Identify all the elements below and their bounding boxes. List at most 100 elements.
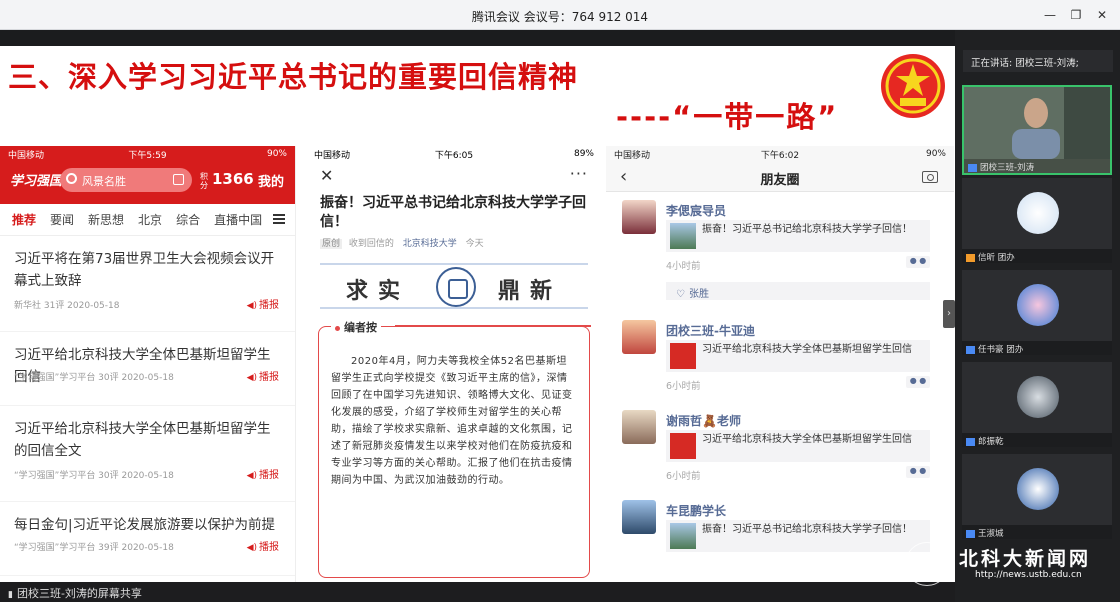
xuexi-header: 中国移动 下午5:59 90% 学习强国 风景名胜 积分 1366 我的 bbox=[0, 146, 295, 204]
link-thumbnail bbox=[670, 433, 696, 459]
poster-name[interactable]: 团校三班-牛亚迪 bbox=[666, 322, 755, 339]
close-icon[interactable]: ✕ bbox=[320, 166, 333, 185]
slide-subtitle: ----“一带一路” bbox=[616, 100, 839, 134]
participant-name: 任书豪 团办 bbox=[962, 341, 1112, 355]
video-tile[interactable]: 王淑城 bbox=[962, 454, 1112, 539]
xuexi-tabs: 推荐 要闻 新思想 北京 综合 直播中国 bbox=[0, 204, 295, 236]
comment-icon[interactable]: ● ● bbox=[906, 466, 930, 478]
title-bar: 腾讯会议 会议号：764 912 014 — ❐ ✕ bbox=[0, 0, 1120, 30]
search-icon bbox=[66, 173, 77, 184]
participants-panel: 正在讲话: 团校三班-刘涛; 团校三班-刘涛 信昕 团办 任书豪 团办 郎振乾 … bbox=[955, 30, 1120, 602]
xuexi-logo: 学习强国 bbox=[10, 174, 63, 189]
shared-link-card[interactable]: 习近平给北京科技大学全体巴基斯坦留学生回信 bbox=[666, 430, 930, 462]
news-meta: 新华社 31评 2020-05-18 bbox=[14, 301, 120, 311]
broadcast-button[interactable]: 播报 bbox=[247, 368, 279, 383]
shared-link-card[interactable]: 习近平给北京科技大学全体巴基斯坦留学生回信 bbox=[666, 340, 930, 372]
video-tile[interactable]: 任书豪 团办 bbox=[962, 270, 1112, 355]
list-item[interactable]: 每日金句|习近平论发展旅游要以保护为前提 “学习强国”学习平台 39评 2020… bbox=[0, 502, 295, 576]
news-meta: “学习强国”学习平台 30评 2020-05-18 bbox=[14, 373, 174, 383]
search-input[interactable]: 风景名胜 bbox=[60, 168, 192, 192]
phone-xuexi-app: 中国移动 下午5:59 90% 学习强国 风景名胜 积分 1366 我的 推荐 … bbox=[0, 146, 296, 582]
shared-screen-slide: 三、深入学习习近平总书记的重要回信精神 ----“一带一路” 中国移动 下午5:… bbox=[0, 46, 955, 582]
restore-icon[interactable]: ❐ bbox=[1066, 6, 1086, 24]
status-bar: 中国移动 下午6:02 90% bbox=[606, 146, 954, 162]
news-title: 每日金句|习近平论发展旅游要以保护为前提 bbox=[14, 517, 276, 533]
account-link[interactable]: 北京科技大学 bbox=[403, 239, 457, 249]
article-meta: 原创 收到回信的 北京科技大学 今天 bbox=[306, 232, 602, 253]
article-time: 今天 bbox=[465, 239, 484, 249]
youth-league-emblem-icon bbox=[881, 54, 945, 118]
avatar[interactable] bbox=[622, 200, 656, 234]
news-meta: “学习强国”学习平台 30评 2020-05-18 bbox=[14, 471, 174, 481]
comment-icon[interactable]: ● ● bbox=[906, 256, 930, 268]
avatar bbox=[1017, 192, 1059, 234]
list-item: 谢雨哲🧸老师 习近平给北京科技大学全体巴基斯坦留学生回信 6小时前 ● ● bbox=[606, 402, 954, 492]
user-icon bbox=[966, 253, 975, 262]
poster-name[interactable]: 谢雨哲🧸老师 bbox=[666, 412, 741, 429]
tab-beijing[interactable]: 北京 bbox=[138, 211, 162, 228]
broadcast-button[interactable]: 播报 bbox=[247, 296, 279, 311]
camera-icon[interactable] bbox=[922, 171, 938, 183]
avatar[interactable] bbox=[622, 410, 656, 444]
collapse-panel-button[interactable]: › bbox=[943, 300, 955, 328]
window-controls: — ❐ ✕ bbox=[1040, 6, 1112, 24]
editor-note-text: 2020年4月，阿力夫等我校全体52名巴基斯坦留学生正式向学校提交《致习近平主席… bbox=[331, 356, 573, 486]
divider bbox=[320, 263, 588, 265]
clock-label: 下午5:59 bbox=[128, 150, 167, 161]
more-icon[interactable]: ··· bbox=[570, 164, 588, 183]
avatar[interactable] bbox=[622, 320, 656, 354]
link-title: 习近平给北京科技大学全体巴基斯坦留学生回信 bbox=[702, 434, 912, 445]
tab-news[interactable]: 要闻 bbox=[50, 211, 74, 228]
poster-name[interactable]: 李偲宸导员 bbox=[666, 202, 726, 219]
list-item[interactable]: 习近平给北京科技大学全体巴基斯坦留学生的回信全文 “学习强国”学习平台 30评 … bbox=[0, 406, 295, 502]
video-tile[interactable]: 团校三班-刘涛 bbox=[962, 85, 1112, 175]
minimize-icon[interactable]: — bbox=[1040, 6, 1060, 24]
mic-icon bbox=[968, 163, 977, 172]
app-window: 腾讯会议 会议号：764 912 014 — ❐ ✕ 三、深入学习习近平总书记的… bbox=[0, 0, 1120, 602]
broadcast-button[interactable]: 播报 bbox=[247, 538, 279, 553]
close-icon[interactable]: ✕ bbox=[1092, 6, 1112, 24]
university-seal-icon bbox=[905, 542, 949, 586]
participant-name: 信昕 团办 bbox=[962, 249, 1112, 263]
school-motto-banner: 求实 鼎新 bbox=[320, 261, 588, 313]
user-icon bbox=[966, 437, 975, 446]
list-item[interactable]: 习近平将在第73届世界卫生大会视频会议开幕式上致辞 新华社 31评 2020-0… bbox=[0, 236, 295, 332]
comment-icon[interactable]: ● ● bbox=[906, 376, 930, 388]
tab-live[interactable]: 直播中国 bbox=[214, 211, 262, 228]
participant-name: 团校三班-刘涛 bbox=[964, 159, 1110, 173]
avatar[interactable] bbox=[622, 500, 656, 534]
status-bar: 中国移动 下午6:05 89% bbox=[306, 146, 602, 162]
tab-recommend[interactable]: 推荐 bbox=[12, 211, 36, 228]
moments-header: ‹ 朋友圈 bbox=[606, 162, 954, 192]
shared-link-card[interactable]: 振奋！习近平总书记给北京科技大学学子回信！ bbox=[666, 220, 930, 252]
phone-wechat-moments: 中国移动 下午6:02 90% ‹ 朋友圈 李偲宸导员 振奋！习近平总书记给北京… bbox=[606, 146, 954, 582]
post-time: 4小时前 bbox=[666, 261, 701, 272]
list-item: 李偲宸导员 振奋！习近平总书记给北京科技大学学子回信！ 4小时前 ● ● 张胜 bbox=[606, 192, 954, 312]
shared-link-card[interactable]: 振奋！习近平总书记给北京科技大学学子回信！ bbox=[666, 520, 930, 552]
screen-share-bar: 团校三班-刘涛的屏幕共享 bbox=[0, 582, 955, 602]
post-time: 6小时前 bbox=[666, 381, 701, 392]
motto-right: 鼎新 bbox=[498, 278, 563, 304]
link-title: 振奋！习近平总书记给北京科技大学学子回信！ bbox=[702, 524, 912, 535]
participant-name: 王淑城 bbox=[962, 525, 1112, 539]
participant-video bbox=[964, 87, 1110, 159]
score-value[interactable]: 1366 bbox=[212, 170, 254, 188]
menu-icon[interactable] bbox=[273, 214, 285, 224]
link-title: 习近平给北京科技大学全体巴基斯坦留学生回信 bbox=[702, 344, 912, 355]
video-tile[interactable]: 信昕 团办 bbox=[962, 178, 1112, 263]
poster-name[interactable]: 车昆鹏学长 bbox=[666, 502, 726, 519]
article-from: 收到回信的 bbox=[348, 239, 394, 249]
mine-button[interactable]: 我的 bbox=[258, 171, 284, 190]
status-bar: 中国移动 下午5:59 90% bbox=[0, 146, 295, 162]
scan-icon[interactable] bbox=[173, 174, 184, 185]
likes-list: 张胜 bbox=[666, 282, 930, 300]
user-icon bbox=[966, 345, 975, 354]
tab-general[interactable]: 综合 bbox=[176, 211, 200, 228]
clock-label: 下午6:02 bbox=[760, 150, 800, 161]
list-item[interactable]: 习近平给北京科技大学全体巴基斯坦留学生回信 “学习强国”学习平台 30评 202… bbox=[0, 332, 295, 406]
video-tile[interactable]: 郎振乾 bbox=[962, 362, 1112, 447]
tab-new-thought[interactable]: 新思想 bbox=[88, 211, 124, 228]
post-time: 6小时前 bbox=[666, 471, 701, 482]
broadcast-button[interactable]: 播报 bbox=[247, 466, 279, 481]
link-thumbnail bbox=[670, 223, 696, 249]
